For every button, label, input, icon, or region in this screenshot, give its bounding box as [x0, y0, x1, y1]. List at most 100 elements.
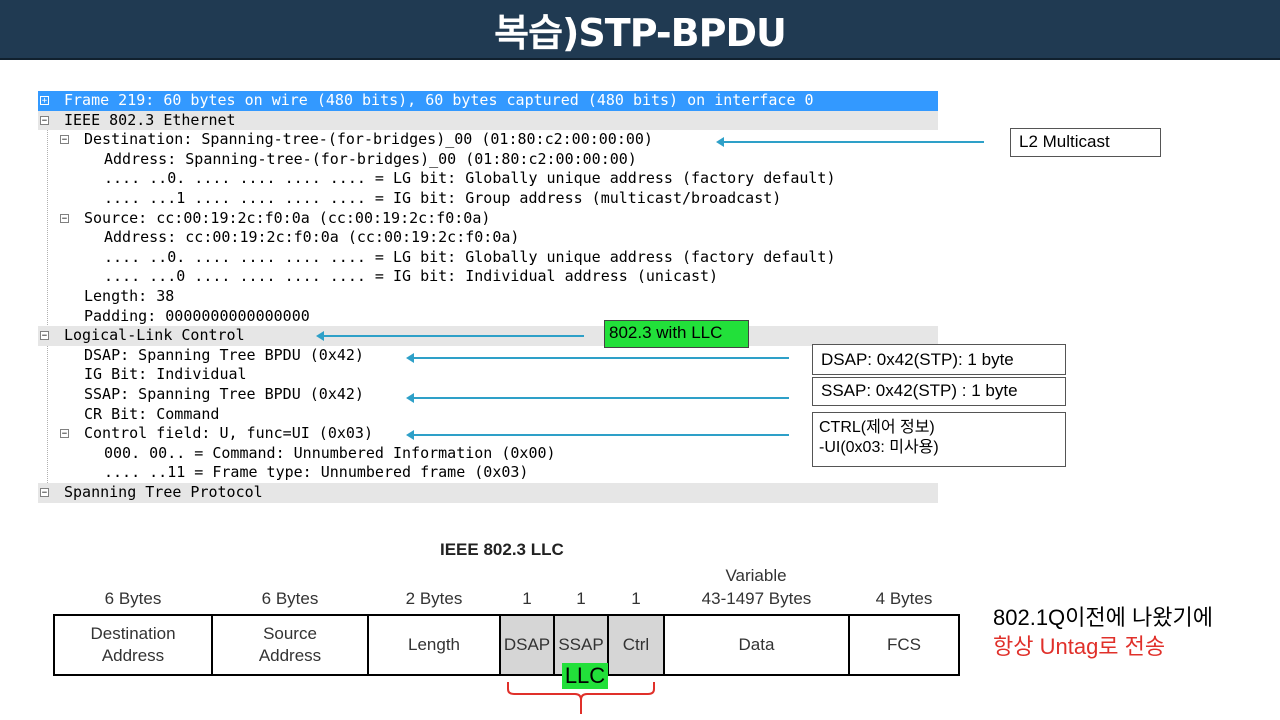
callout-l2-multicast: L2 Multicast — [1010, 128, 1161, 157]
llc-frame-diagram: Destination Address Source Address Length DSA… — [53, 614, 960, 676]
tree-row-text: IG Bit: Individual — [84, 365, 247, 384]
tree-row-text: 000. 00.. = Command: Unnumbered Informat… — [104, 443, 556, 462]
tree-row[interactable]: Address: cc:00:19:2c:f0:0a (cc:00:19:2c:… — [38, 228, 938, 248]
callout-ssap-text: SSAP: 0x42(STP) : 1 byte — [821, 381, 1018, 400]
frame-field-line1: Length — [408, 635, 460, 654]
callout-ctrl: CTRL(제어 정보) -UI(0x03: 미사용) — [812, 412, 1066, 467]
frame-field-line1: SSAP — [558, 635, 604, 654]
frame-field: Length — [367, 614, 501, 676]
frame-field-line1: Destination — [90, 624, 176, 643]
note-line2: 항상 Untag로 전송 — [993, 634, 1166, 659]
frame-size-label: 1 — [522, 589, 532, 608]
frame-field: DSAP — [499, 614, 555, 676]
callout-dsap: DSAP: 0x42(STP): 1 byte — [812, 344, 1066, 375]
callout-llc: 802.3 with LLC — [604, 320, 749, 348]
frame-field-line1: DSAP — [503, 635, 551, 654]
callout-dsap-text: DSAP: 0x42(STP): 1 byte — [821, 350, 1014, 369]
variable-label: Variable — [725, 566, 787, 585]
arrow-dsap — [406, 353, 789, 363]
frame-size-label: 1 — [631, 589, 641, 608]
packet-details-tree: + Frame 219: 60 bytes on wire (480 bits),… — [38, 91, 938, 503]
frame-field-label: Destination Address — [90, 623, 175, 667]
frame-field-line2: Address — [101, 646, 165, 665]
tree-row-text: Logical-Link Control — [64, 326, 245, 345]
collapse-icon[interactable]: − — [60, 135, 69, 145]
frame-size-label: 2 Bytes — [405, 589, 463, 608]
tree-row[interactable]: .... ..0. .... .... .... .... = LG bit: … — [38, 248, 938, 268]
tree-row[interactable]: DSAP: Spanning Tree BPDU (0x42) — [38, 346, 938, 366]
tree-row[interactable]: − Spanning Tree Protocol — [38, 483, 938, 503]
tree-row-text: SSAP: Spanning Tree BPDU (0x42) — [84, 385, 364, 403]
tree-row[interactable]: + Frame 219: 60 bytes on wire (480 bits),… — [38, 91, 938, 111]
tree-row[interactable]: Length: 38 — [38, 287, 938, 307]
tree-row-text: .... ...1 .... .... .... .... = IG bit: … — [104, 189, 782, 207]
collapse-icon[interactable]: − — [40, 331, 49, 341]
tree-row-text: .... ...0 .... .... .... .... = IG bit: … — [104, 267, 719, 286]
tree-row-text: IEEE 802.3 Ethernet — [64, 110, 236, 129]
frame-field-line1: Data — [738, 635, 775, 654]
tree-row[interactable]: Padding: 0000000000000000 — [38, 307, 938, 327]
arrow-ssap — [406, 393, 789, 403]
tree-row[interactable]: .... ...1 .... .... .... .... = IG bit: … — [38, 189, 938, 209]
tree-row[interactable]: SSAP: Spanning Tree BPDU (0x42) — [38, 385, 938, 405]
tree-row-text: Source: cc:00:19:2c:f0:0a (cc:00:19:2c:f… — [84, 208, 491, 227]
frame-field-label: DSAP — [504, 634, 550, 656]
tree-row-text: .... ..0. .... .... .... .... = LG bit: … — [104, 169, 836, 188]
note-line1: 802.1Q이전에 나왔기에 — [993, 605, 1213, 630]
tree-row[interactable]: .... ...0 .... .... .... .... = IG bit: … — [38, 267, 938, 287]
tree-row-text: Padding: 0000000000000000 — [84, 306, 310, 325]
tree-row[interactable]: − IEEE 802.3 Ethernet — [38, 110, 938, 131]
collapse-icon[interactable]: − — [60, 429, 69, 439]
callout-ctrl-line2: -UI(0x03: 미사용) — [819, 439, 939, 456]
tree-row-text: CR Bit: Command — [84, 404, 220, 423]
tree-row-text: Control field: U, func=UI (0x03) — [84, 424, 373, 443]
frame-field-line2: Address — [258, 646, 322, 665]
tree-row-text: Address: Spanning-tree-(for-bridges)_00 … — [104, 149, 637, 168]
frame-field-label: FCS — [887, 634, 921, 656]
expand-icon[interactable]: + — [40, 96, 49, 106]
tree-row[interactable]: − Source: cc:00:19:2c:f0:0a (cc:00:19:2c:… — [38, 209, 938, 229]
frame-field: FCS — [848, 614, 960, 676]
frame-field: Destination Address — [53, 614, 213, 676]
arrow-ctrl — [406, 430, 789, 440]
frame-size-label: 6 Bytes — [261, 589, 319, 608]
frame-field-label: Data — [739, 634, 775, 656]
tree-row[interactable]: IG Bit: Individual — [38, 365, 938, 385]
frame-field: Ctrl — [607, 614, 665, 676]
frame-field: Data — [663, 614, 850, 676]
collapse-icon[interactable]: − — [60, 213, 69, 223]
frame-field-label: Length — [408, 634, 460, 656]
frame-field-line1: Source — [263, 624, 317, 643]
tree-row-text: Spanning Tree Protocol — [64, 483, 263, 501]
frame-size-label: 43-1497 Bytes — [701, 589, 812, 608]
frame-field-line1: Ctrl — [622, 635, 650, 654]
tree-row-text: .... ..11 = Frame type: Unnumbered frame… — [104, 463, 529, 482]
frame-diagram-title: IEEE 802.3 LLC — [440, 540, 564, 559]
tree-row-text: DSAP: Spanning Tree BPDU (0x42) — [84, 345, 364, 364]
tree-row-text: Length: 38 — [84, 287, 175, 305]
tree-row[interactable]: CR Bit: Command — [38, 405, 938, 425]
page-title: 복습)STP-BPDU — [494, 10, 787, 55]
tree-row[interactable]: .... ..11 = Frame type: Unnumbered frame… — [38, 463, 938, 483]
tree-row-text: Frame 219: 60 bytes on wire (480 bits), … — [64, 91, 814, 109]
tree-row[interactable]: Address: Spanning-tree-(for-bridges)_00 … — [38, 150, 938, 170]
collapse-icon[interactable]: − — [40, 488, 49, 498]
frame-field-label: Ctrl — [623, 634, 649, 656]
tree-row[interactable]: − Destination: Spanning-tree-(for-bridges… — [38, 130, 938, 150]
frame-size-label: 6 Bytes — [104, 589, 162, 608]
arrow-llc — [316, 331, 584, 341]
tree-row-text: Destination: Spanning-tree-(for-bridges)… — [84, 130, 653, 149]
tree-row-text: .... ..0. .... .... .... .... = LG bit: … — [104, 247, 836, 266]
llc-label: LLC — [562, 663, 608, 689]
frame-field-line1: FCS — [887, 635, 921, 654]
callout-l2-multicast-text: L2 Multicast — [1019, 132, 1110, 151]
collapse-icon[interactable]: − — [40, 115, 49, 125]
callout-llc-text: 802.3 with LLC — [609, 323, 723, 342]
tree-row-text: Address: cc:00:19:2c:f0:0a (cc:00:19:2c:… — [104, 228, 520, 247]
frame-field: Source Address — [211, 614, 369, 676]
tree-row[interactable]: 000. 00.. = Command: Unnumbered Informat… — [38, 444, 938, 464]
arrow-l2-multicast — [716, 137, 984, 147]
tree-row[interactable]: .... ..0. .... .... .... .... = LG bit: … — [38, 169, 938, 189]
frame-field-label: Source Address — [259, 623, 321, 667]
frame-size-label: 1 — [576, 589, 586, 608]
